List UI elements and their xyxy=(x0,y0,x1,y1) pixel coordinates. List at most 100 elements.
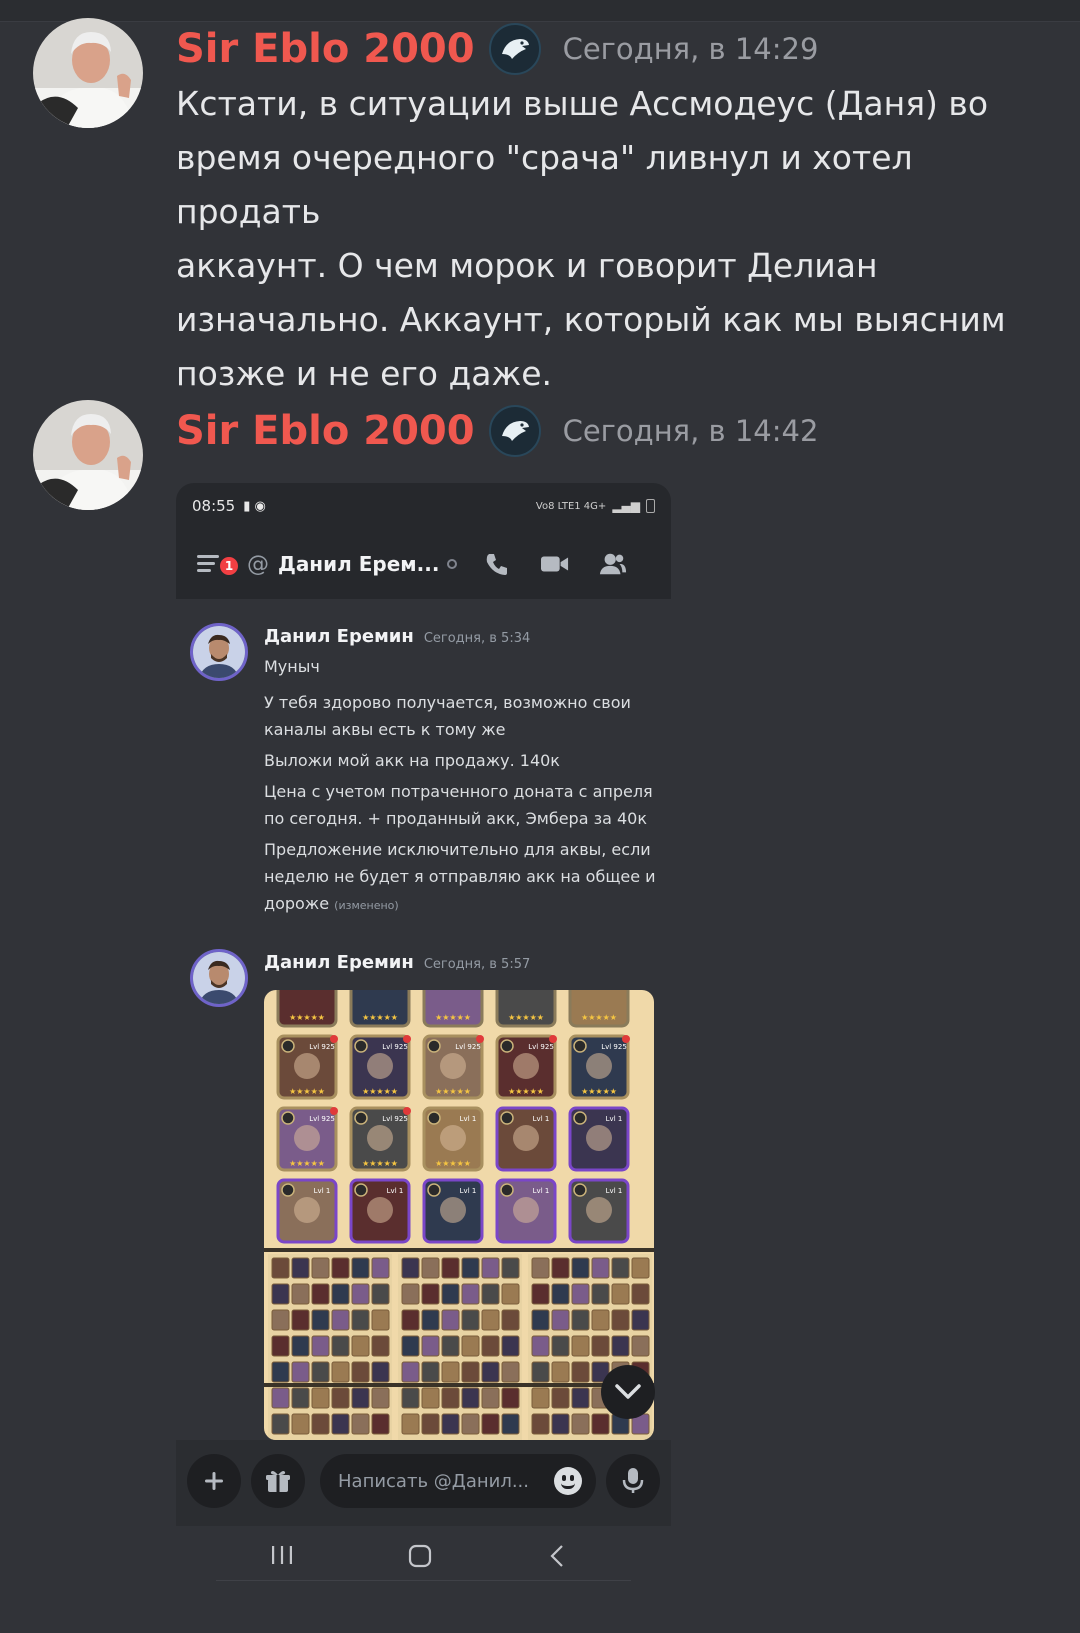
mini-hero xyxy=(441,1387,460,1409)
hero-level: Lvl 925 xyxy=(309,1115,335,1123)
message-line: аккаунт. О чем морок и говорит Делиан xyxy=(176,246,878,285)
status-icons-right: Vo8 LTE1 4G+ ▂▄▆ xyxy=(536,499,655,513)
nav-recents-icon[interactable] xyxy=(270,1544,294,1570)
mini-hero xyxy=(571,1361,590,1383)
mini-hero xyxy=(371,1335,390,1357)
game-roster-image[interactable]: ★★★★★ ★★★★★ ★★★★★ ★★★★★ ★★★★★ Lvl 925 ★★★★★ Lvl… xyxy=(264,990,654,1440)
hero-stars: ★★★★★ xyxy=(362,1013,398,1022)
mini-hero xyxy=(481,1283,500,1305)
dm-title[interactable]: Данил Ерем... xyxy=(278,552,439,576)
hero-class-badge xyxy=(281,1039,295,1053)
call-icon[interactable] xyxy=(483,550,511,578)
hero-level: Lvl 925 xyxy=(382,1043,408,1051)
battery-icon xyxy=(646,499,655,513)
mini-hero xyxy=(351,1361,370,1383)
hero-level: Lvl 1 xyxy=(606,1115,623,1123)
dm-message-header: Данил Еремин Сегодня, в 5:34 xyxy=(264,626,530,647)
dm-line: Выложи мой акк на продажу. 140к xyxy=(264,751,560,770)
nav-home-icon[interactable] xyxy=(408,1544,432,1572)
dm-line: по сегодня. + проданный акк, Эмбера за 4… xyxy=(264,809,648,828)
mini-hero xyxy=(571,1257,590,1279)
mini-hero xyxy=(571,1387,590,1409)
voice-message-button[interactable] xyxy=(606,1454,660,1508)
mini-hero xyxy=(441,1283,460,1305)
bot-badge-icon[interactable] xyxy=(488,405,541,457)
mini-hero xyxy=(271,1257,290,1279)
mini-hero xyxy=(331,1413,350,1435)
mini-hero xyxy=(591,1283,610,1305)
mini-hero xyxy=(481,1335,500,1357)
mini-hero xyxy=(271,1387,290,1409)
mini-hero xyxy=(501,1361,520,1383)
hero-portrait xyxy=(367,1197,393,1223)
dm-author-name[interactable]: Данил Еремин xyxy=(264,952,414,973)
mini-hero xyxy=(481,1309,500,1331)
plus-icon xyxy=(205,1472,223,1490)
hero-class-badge xyxy=(281,1183,295,1197)
message-composer: Написать @Данил... xyxy=(176,1440,671,1526)
dm-author-name[interactable]: Данил Еремин xyxy=(264,626,414,647)
mini-hero xyxy=(351,1335,370,1357)
dm-message-content: Муныч У тебя здорово получается, возможн… xyxy=(264,653,659,919)
status-time: 08:55 xyxy=(192,497,236,515)
add-attachment-button[interactable] xyxy=(187,1454,241,1508)
avatar-photo xyxy=(33,18,143,128)
message-input[interactable]: Написать @Данил... xyxy=(320,1454,596,1508)
hero-portrait xyxy=(294,1125,320,1151)
hero-class-badge xyxy=(354,1183,368,1197)
mini-hero xyxy=(331,1283,350,1305)
attached-screenshot[interactable]: 08:55 ▮ ◉ Vo8 LTE1 4G+ ▂▄▆ 1 @ Данил Ере… xyxy=(176,483,671,1583)
mini-hero xyxy=(311,1335,330,1357)
mini-hero xyxy=(291,1335,310,1357)
dm-avatar[interactable] xyxy=(190,949,248,1007)
dm-avatar[interactable] xyxy=(190,623,248,681)
hero-class-badge xyxy=(427,1183,441,1197)
author-name[interactable]: Sir Eblo 2000 xyxy=(176,26,475,72)
members-icon[interactable] xyxy=(599,550,627,578)
mini-hero xyxy=(611,1283,630,1305)
hero-portrait xyxy=(513,1197,539,1223)
author-name[interactable]: Sir Eblo 2000 xyxy=(176,408,475,454)
hero-class-badge xyxy=(427,1111,441,1125)
mini-hero xyxy=(461,1361,480,1383)
mini-hero xyxy=(631,1257,650,1279)
mini-hero xyxy=(631,1335,650,1357)
mini-hero xyxy=(351,1257,370,1279)
android-nav-bar xyxy=(176,1526,671,1583)
mini-hero xyxy=(441,1257,460,1279)
mini-hero xyxy=(551,1361,570,1383)
scroll-to-bottom-button[interactable] xyxy=(601,1365,655,1419)
gift-icon xyxy=(266,1471,290,1492)
dm-timestamp: Сегодня, в 5:34 xyxy=(423,631,531,646)
avatar[interactable] xyxy=(33,400,143,510)
mini-hero xyxy=(311,1283,330,1305)
hero-portrait xyxy=(586,1125,612,1151)
notification-badge: 1 xyxy=(218,555,240,577)
bot-badge-icon[interactable] xyxy=(488,23,541,75)
gift-button[interactable] xyxy=(251,1454,305,1508)
hero-portrait xyxy=(440,1197,466,1223)
mini-hero xyxy=(271,1413,290,1435)
mini-hero xyxy=(531,1335,550,1357)
mini-hero xyxy=(291,1283,310,1305)
nav-back-icon[interactable] xyxy=(549,1544,565,1572)
mini-hero xyxy=(291,1413,310,1435)
emoji-icon[interactable] xyxy=(554,1467,582,1495)
avatar[interactable] xyxy=(33,18,143,128)
mini-hero xyxy=(441,1413,460,1435)
mini-hero xyxy=(531,1309,550,1331)
mini-hero xyxy=(371,1413,390,1435)
hero-level: Lvl 1 xyxy=(460,1115,477,1123)
mini-hero xyxy=(461,1387,480,1409)
hero-portrait xyxy=(367,1053,393,1079)
video-icon[interactable] xyxy=(541,550,569,578)
mini-hero xyxy=(441,1361,460,1383)
mini-hero xyxy=(501,1335,520,1357)
image-divider xyxy=(264,1383,654,1387)
mini-hero xyxy=(571,1283,590,1305)
mini-hero xyxy=(291,1361,310,1383)
hero-portrait xyxy=(367,1125,393,1151)
hero-portrait xyxy=(294,1053,320,1079)
dm-line: Цена с учетом потраченного доната с апре… xyxy=(264,782,653,801)
mini-hero xyxy=(631,1283,650,1305)
